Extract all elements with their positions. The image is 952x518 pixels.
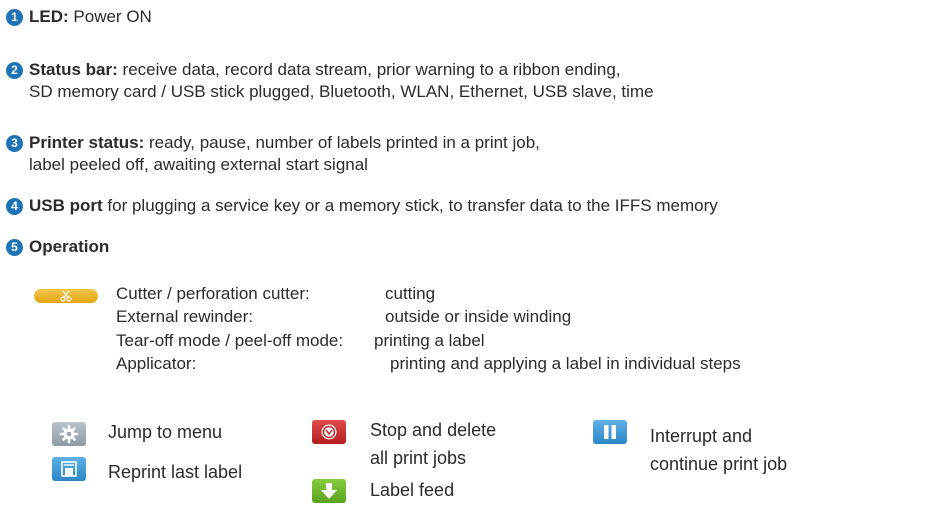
operation-value: printing a label <box>374 331 485 350</box>
pause-key-label-line2: continue print job <box>650 454 788 474</box>
feed-key-label: Label feed <box>370 480 455 500</box>
menu-key <box>52 422 86 446</box>
number-badge-3: 3 <box>6 135 23 152</box>
stop-key <box>312 420 346 444</box>
gear-icon <box>59 424 79 444</box>
item-usb-port: 4 USB port for plugging a service key or … <box>6 195 718 217</box>
arrow-down-icon <box>321 483 337 499</box>
item-text: ready, pause, number of labels printed i… <box>148 133 540 152</box>
stop-key-label-line1: Stop and delete <box>370 420 497 440</box>
item-title: LED: <box>29 7 69 26</box>
item-title: USB port <box>29 196 103 215</box>
number-badge-4: 4 <box>6 198 23 215</box>
operation-value: outside or inside winding <box>385 307 572 326</box>
number-badge-1: 1 <box>6 9 23 26</box>
number-badge-5: 5 <box>6 239 23 256</box>
reprint-key <box>52 457 86 481</box>
feed-key <box>312 479 346 503</box>
item-text: receive data, record data stream, prior … <box>122 60 621 79</box>
stop-key-label-line2: all print jobs <box>370 448 467 468</box>
item-status-bar: 2 Status bar: receive data, record data s… <box>6 59 654 103</box>
operation-label: Tear-off mode / peel-off mode: <box>116 331 344 350</box>
item-text-continued: SD memory card / USB stick plugged, Blue… <box>29 82 654 101</box>
item-led: 1 LED: Power ON <box>6 6 152 28</box>
operation-label: External rewinder: <box>116 307 254 326</box>
operation-label: Applicator: <box>116 354 197 373</box>
item-title: Printer status: <box>29 133 145 152</box>
number-badge-2: 2 <box>6 62 23 79</box>
item-text: for plugging a service key or a memory s… <box>107 196 718 215</box>
item-text: Power ON <box>73 7 152 26</box>
cutter-key-icon <box>34 289 98 303</box>
item-title: Operation <box>29 237 110 256</box>
operation-value: printing and applying a label in individ… <box>390 354 741 373</box>
pause-icon <box>604 425 616 439</box>
stop-icon <box>321 424 337 440</box>
item-printer-status: 3 Printer status: ready, pause, number of… <box>6 132 540 176</box>
operation-label: Cutter / perforation cutter: <box>116 284 310 303</box>
scissors-icon <box>60 290 72 302</box>
item-text-continued: label peeled off, awaiting external star… <box>29 155 368 174</box>
menu-key-label: Jump to menu <box>108 422 223 442</box>
reprint-icon <box>61 461 77 477</box>
operation-value: cutting <box>385 284 436 303</box>
reprint-key-label: Reprint last label <box>108 462 243 482</box>
pause-key <box>593 420 627 444</box>
pause-key-label-line1: Interrupt and <box>650 426 753 446</box>
item-title: Status bar: <box>29 60 118 79</box>
item-operation: 5 Operation <box>6 236 109 258</box>
